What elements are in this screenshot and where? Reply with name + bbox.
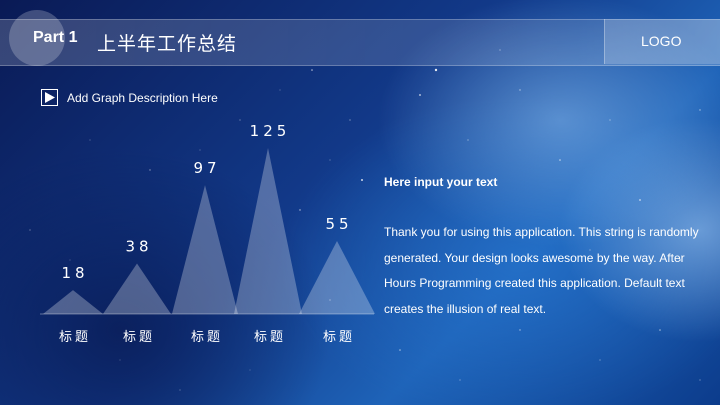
chart-peak bbox=[234, 148, 302, 314]
chart-value-label: 18 bbox=[61, 264, 88, 282]
chart-peak bbox=[299, 240, 375, 314]
chart-value-label: 125 bbox=[250, 122, 291, 140]
chart-category-label: 标题 bbox=[59, 330, 91, 345]
chart-category-label: 标题 bbox=[123, 330, 155, 345]
chart-category-label: 标题 bbox=[191, 330, 223, 345]
chart-peak bbox=[172, 185, 238, 314]
chart-value-label: 97 bbox=[193, 159, 220, 177]
chart-value-label: 55 bbox=[325, 215, 352, 233]
chart-peak bbox=[103, 263, 171, 314]
chart-category-label: 标题 bbox=[323, 330, 355, 345]
chart-value-label: 38 bbox=[125, 238, 152, 256]
peak-chart: 18 标题 38 标题 97 标题 125 标题 55 标题 bbox=[40, 122, 375, 345]
info-title: Here input your text bbox=[384, 175, 498, 189]
chart-category-label: 标题 bbox=[254, 330, 286, 345]
info-body: Thank you for using this application. Th… bbox=[384, 225, 699, 316]
chart-peak bbox=[43, 290, 103, 314]
